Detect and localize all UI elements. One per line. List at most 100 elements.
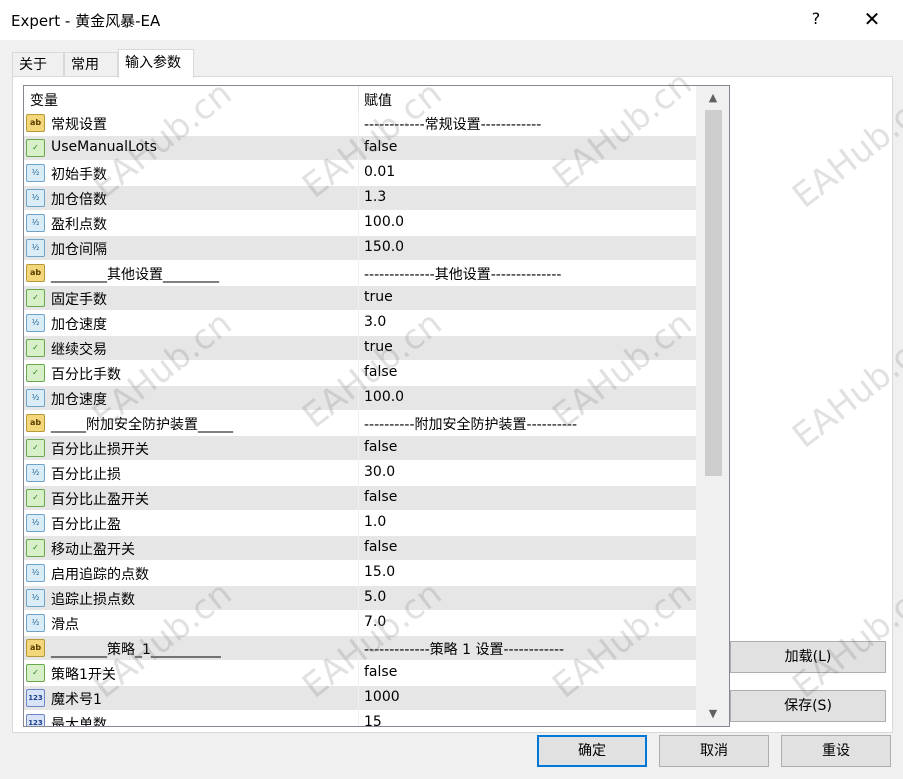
grid-row[interactable]: ½ 盈利点数 100.0 (24, 211, 696, 236)
parameter-value[interactable]: --------------其他设置-------------- (364, 264, 561, 284)
parameter-name: 魔术号1 (51, 692, 102, 708)
load-button[interactable]: 加载(L) (730, 641, 886, 673)
tab-inputs[interactable]: 输入参数 (118, 49, 194, 78)
grid-rows: ab 常规设置 ------------常规设置------------ ✓ UseMa… (24, 111, 696, 727)
parameter-name: 加仓速度 (51, 317, 107, 333)
parameter-value[interactable]: 30.0 (364, 464, 395, 480)
tab-common[interactable]: 常用 (64, 52, 118, 77)
grid-row[interactable]: ½ 加仓倍数 1.3 (24, 186, 696, 211)
reset-button[interactable]: 重设 (781, 735, 891, 767)
column-divider (358, 436, 359, 461)
double-type-icon: ½ (26, 589, 45, 607)
column-divider (358, 561, 359, 586)
parameter-value[interactable]: false (364, 364, 397, 380)
grid-header: 变量 赋值 (24, 86, 696, 111)
column-divider (358, 111, 359, 136)
cancel-button[interactable]: 取消 (659, 735, 769, 767)
parameter-value[interactable]: 15 (364, 714, 382, 726)
bool-type-icon: ✓ (26, 289, 45, 307)
parameter-value[interactable]: false (364, 489, 397, 505)
string-type-icon: ab (26, 639, 45, 657)
inputs-panel: 变量 赋值 ab 常规设置 ------------常规设置------------… (12, 76, 893, 733)
parameter-value[interactable]: ------------常规设置------------ (364, 114, 541, 134)
grid-row[interactable]: ½ 启用追踪的点数 15.0 (24, 561, 696, 586)
save-button[interactable]: 保存(S) (730, 690, 886, 722)
parameter-value[interactable]: true (364, 289, 393, 305)
column-divider (358, 136, 359, 161)
parameter-value[interactable]: 100.0 (364, 214, 404, 230)
double-type-icon: ½ (26, 214, 45, 232)
parameter-value[interactable]: false (364, 664, 397, 680)
grid-row[interactable]: ✓ 策略1开关 false (24, 661, 696, 686)
column-divider (358, 586, 359, 611)
column-divider (358, 611, 359, 636)
grid-row[interactable]: ✓ 百分比止损开关 false (24, 436, 696, 461)
parameter-value[interactable]: false (364, 539, 397, 555)
grid-row[interactable]: ✓ 固定手数 true (24, 286, 696, 311)
parameter-value[interactable]: ----------附加安全防护装置---------- (364, 414, 577, 434)
grid-row[interactable]: ½ 追踪止损点数 5.0 (24, 586, 696, 611)
tab-about[interactable]: 关于 (12, 52, 64, 77)
parameter-name: 滑点 (51, 617, 79, 633)
parameter-value[interactable]: 0.01 (364, 164, 395, 180)
column-header-variable[interactable]: 变量 (30, 90, 58, 110)
help-button[interactable]: ? (803, 6, 829, 32)
parameter-name: 策略1开关 (51, 667, 116, 683)
double-type-icon: ½ (26, 464, 45, 482)
scroll-up-icon[interactable]: ▲ (704, 89, 722, 107)
parameter-value[interactable]: 1.0 (364, 514, 386, 530)
parameter-value[interactable]: false (364, 139, 397, 155)
close-button[interactable]: ✕ (857, 6, 887, 32)
grid-row[interactable]: ½ 加仓速度 100.0 (24, 386, 696, 411)
grid-row[interactable]: ½ 初始手数 0.01 (24, 161, 696, 186)
parameter-value[interactable]: 3.0 (364, 314, 386, 330)
grid-row[interactable]: ✓ 继续交易 true (24, 336, 696, 361)
grid-row[interactable]: ½ 滑点 7.0 (24, 611, 696, 636)
parameter-value[interactable]: -------------策略 1 设置------------ (364, 639, 564, 659)
column-divider (358, 161, 359, 186)
grid-row[interactable]: ½ 百分比止盈 1.0 (24, 511, 696, 536)
grid-row[interactable]: ✓ 百分比止盈开关 false (24, 486, 696, 511)
vertical-scrollbar[interactable]: ▲ ▼ (696, 86, 729, 726)
column-divider (358, 486, 359, 511)
grid-row[interactable]: ab ________策略_1__________ -------------策略 … (24, 636, 696, 661)
grid-row[interactable]: ab ________其他设置________ --------------其他设置… (24, 261, 696, 286)
column-divider (358, 711, 359, 726)
parameter-value[interactable]: 5.0 (364, 589, 386, 605)
scroll-thumb[interactable] (705, 110, 722, 476)
parameter-name: 百分比止盈开关 (51, 492, 149, 508)
grid-row[interactable]: ab _____附加安全防护装置_____ ----------附加安全防护装置--… (24, 411, 696, 436)
parameter-value[interactable]: 7.0 (364, 614, 386, 630)
int-type-icon: 123 (26, 714, 45, 726)
parameter-name: 追踪止损点数 (51, 592, 135, 608)
scroll-down-icon[interactable]: ▼ (704, 705, 722, 723)
parameter-value[interactable]: 1000 (364, 689, 400, 705)
parameter-name: 固定手数 (51, 292, 107, 308)
parameter-name: 加仓速度 (51, 392, 107, 408)
grid-row[interactable]: ✓ UseManualLots false (24, 136, 696, 161)
column-divider (358, 461, 359, 486)
grid-row[interactable]: ✓ 移动止盈开关 false (24, 536, 696, 561)
parameter-value[interactable]: false (364, 439, 397, 455)
string-type-icon: ab (26, 414, 45, 432)
grid-row[interactable]: ½ 百分比止损 30.0 (24, 461, 696, 486)
grid-row[interactable]: ½ 加仓间隔 150.0 (24, 236, 696, 261)
parameter-value[interactable]: 150.0 (364, 239, 404, 255)
column-header-value[interactable]: 赋值 (364, 90, 392, 110)
parameter-name: 最大单数 (51, 717, 107, 727)
grid-row[interactable]: ab 常规设置 ------------常规设置------------ (24, 111, 696, 136)
parameter-value[interactable]: 15.0 (364, 564, 395, 580)
parameter-name: _____附加安全防护装置_____ (51, 417, 233, 433)
parameter-name: ________其他设置________ (51, 267, 219, 283)
grid-row[interactable]: ½ 加仓速度 3.0 (24, 311, 696, 336)
parameter-name: 盈利点数 (51, 217, 107, 233)
grid-row[interactable]: ✓ 百分比手数 false (24, 361, 696, 386)
parameter-value[interactable]: true (364, 339, 393, 355)
parameter-value[interactable]: 100.0 (364, 389, 404, 405)
grid-row[interactable]: 123 最大单数 15 (24, 711, 696, 727)
bool-type-icon: ✓ (26, 139, 45, 157)
ok-button[interactable]: 确定 (537, 735, 647, 767)
grid-row[interactable]: 123 魔术号1 1000 (24, 686, 696, 711)
parameter-name: 百分比手数 (51, 367, 121, 383)
parameter-value[interactable]: 1.3 (364, 189, 386, 205)
